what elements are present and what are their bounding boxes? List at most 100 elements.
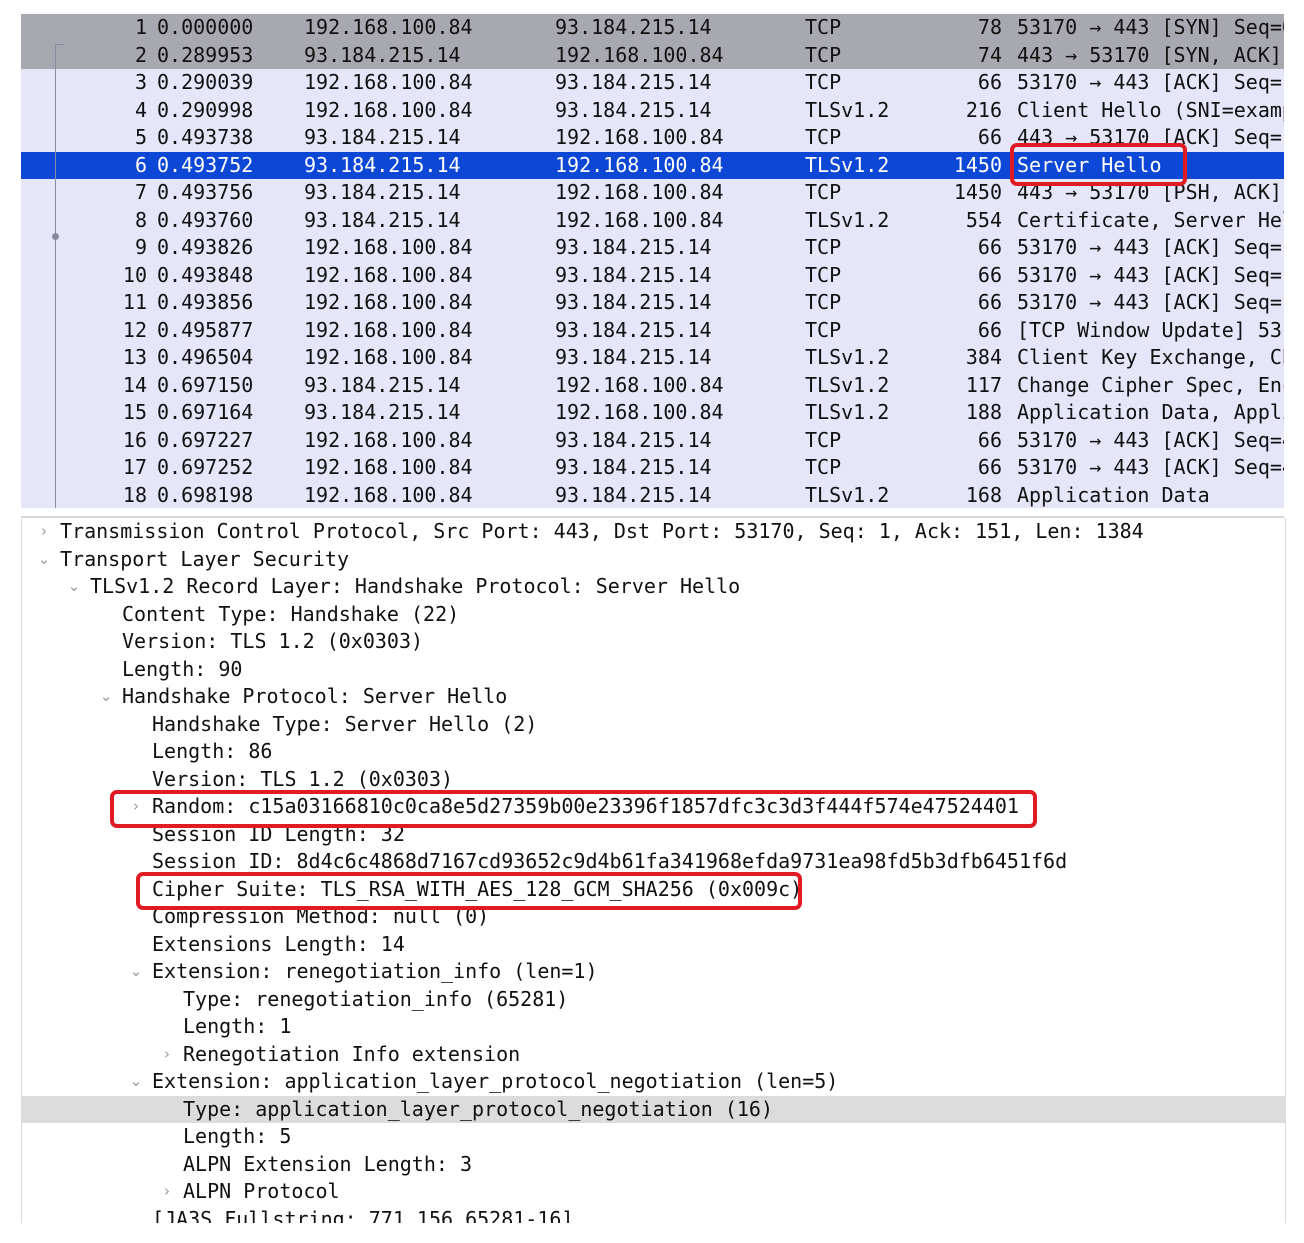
tree-item-label: TLSv1.2 Record Layer: Handshake Protocol… [90,574,741,598]
cell-time: 0.493756 [157,180,254,204]
packet-row-selected[interactable]: 6 0.493752 93.184.215.14 192.168.100.84 TLSv… [21,151,1284,179]
packet-row[interactable]: 15 0.697164 93.184.215.14 192.168.100.84 TLS… [21,399,1284,427]
tree-item[interactable]: Type: renegotiation_info (65281) [22,986,1285,1014]
expand-chevron-icon[interactable]: › [36,518,52,546]
tree-item[interactable]: › Transmission Control Protocol, Src Port… [22,518,1285,546]
tree-item[interactable]: ⌄ Extension: application_layer_protocol_n… [22,1068,1285,1096]
tree-item[interactable]: › ALPN Protocol [22,1178,1285,1206]
packet-details-tree[interactable]: › Transmission Control Protocol, Src Port… [21,518,1286,1223]
tree-item[interactable]: ⌄ TLSv1.2 Record Layer: Handshake Protoco… [22,573,1285,601]
collapse-chevron-icon[interactable]: ⌄ [128,958,144,986]
collapse-chevron-icon[interactable]: ⌄ [36,546,52,574]
packet-row[interactable]: 12 0.495877 192.168.100.84 93.184.215.14 TCP… [21,316,1284,344]
cell-protocol: TLSv1.2 [805,482,890,507]
collapse-chevron-icon[interactable]: ⌄ [128,1068,144,1096]
tree-item-label: Session ID: 8d4c6c4868d7167cd93652c9d4b6… [152,849,1068,873]
cell-time: 0.698198 [157,482,254,507]
tree-item[interactable]: Length: 90 [22,656,1285,684]
packet-row[interactable]: 2 0.289953 93.184.215.14 192.168.100.84 TCP 7… [21,41,1284,69]
cell-destination: 93.184.215.14 [555,262,712,287]
cell-time: 0.697150 [157,372,254,397]
cell-source: 93.184.215.14 [304,372,461,397]
cell-number: 5 [134,125,147,149]
tree-item[interactable]: Version: TLS 1.2 (0x0303) [22,628,1285,656]
cell-destination: 192.168.100.84 [555,42,724,67]
cell-protocol: TCP [805,427,842,452]
cell-destination: 192.168.100.84 [555,125,724,149]
packet-row[interactable]: 4 0.290998 192.168.100.84 93.184.215.14 TLSv… [21,96,1284,124]
tree-item[interactable]: Cipher Suite: TLS_RSA_WITH_AES_128_GCM_S… [22,876,1285,904]
packet-row[interactable]: 10 0.493848 192.168.100.84 93.184.215.14 TCP… [21,261,1284,289]
packet-row[interactable]: 8 0.493760 93.184.215.14 192.168.100.84 TLSv… [21,206,1284,234]
cell-source: 192.168.100.84 [304,15,473,39]
tree-item[interactable]: Content Type: Handshake (22) [22,601,1285,629]
expand-chevron-icon[interactable]: › [159,1041,175,1069]
tree-item-label: Handshake Type: Server Hello (2) [152,711,538,736]
packet-list[interactable]: 18 0.698198 192.168.100.84 93.184.215.14 TLS… [21,14,1284,508]
cell-destination: 93.184.215.14 [555,482,712,507]
conversation-line [55,44,56,508]
cell-source: 93.184.215.14 [304,207,461,232]
packet-row[interactable]: 14 0.697150 93.184.215.14 192.168.100.84 TLS… [21,371,1284,399]
packet-row[interactable]: 18 0.698198 192.168.100.84 93.184.215.14 TLS… [21,481,1284,508]
tree-item-label: Version: TLS 1.2 (0x0303) [122,629,424,653]
tree-item[interactable]: Version: TLS 1.2 (0x0303) [22,766,1285,794]
cell-length: 78 [977,15,1002,39]
cell-length: 384 [965,345,1002,369]
tree-item[interactable]: Length: 86 [22,738,1285,766]
tree-item[interactable]: Session ID: 8d4c6c4868d7167cd93652c9d4b6… [22,848,1285,876]
packet-row[interactable]: 5 0.493738 93.184.215.14 192.168.100.84 TCP 6… [21,124,1284,152]
packet-row[interactable]: 11 0.493856 192.168.100.84 93.184.215.14 TCP… [21,289,1284,317]
cell-number: 13 [122,345,147,369]
tree-item[interactable]: Length: 5 [22,1123,1285,1151]
tree-item[interactable]: Length: 1 [22,1013,1285,1041]
tree-item[interactable]: › Renegotiation Info extension [22,1041,1285,1069]
cell-length: 188 [965,400,1002,424]
tree-item-label: Cipher Suite: TLS_RSA_WITH_AES_128_GCM_S… [152,876,803,901]
packet-row[interactable]: 3 0.290039 192.168.100.84 93.184.215.14 TCP 6… [21,69,1284,97]
cell-number: 12 [122,317,147,342]
cell-number: 17 [122,455,147,479]
cell-time: 0.493826 [157,235,254,259]
cell-length: 66 [977,125,1002,149]
tree-item[interactable]: ⌄ Transport Layer Security [22,546,1285,574]
cell-length: 66 [977,290,1002,314]
tree-item[interactable]: [JA3S Fullstring: 771,156,65281-16] [22,1206,1285,1224]
cell-source: 192.168.100.84 [304,455,473,479]
tree-item[interactable]: ⌄ Handshake Protocol: Server Hello [22,683,1285,711]
cell-number: 1 [134,15,147,39]
tree-item-label: Length: 1 [183,1014,292,1038]
cell-destination: 93.184.215.14 [555,97,712,122]
tree-item[interactable]: Session ID Length: 32 [22,821,1285,849]
tree-item[interactable]: Handshake Type: Server Hello (2) [22,711,1285,739]
tree-item[interactable]: Extensions Length: 14 [22,931,1285,959]
tree-item-label: [JA3S Fullstring: 771,156,65281-16] [152,1206,574,1224]
cell-number: 4 [134,97,147,122]
packet-row[interactable]: 9 0.493826 192.168.100.84 93.184.215.14 TCP 6… [21,234,1284,262]
packet-row[interactable]: 1 0.000000 192.168.100.84 93.184.215.14 TCP 7… [21,14,1284,42]
packet-row[interactable]: 7 0.493756 93.184.215.14 192.168.100.84 TCP 1… [21,179,1284,207]
expand-chevron-icon[interactable]: › [128,793,144,821]
packet-row[interactable]: 17 0.697252 192.168.100.84 93.184.215.14 TCP… [21,454,1284,482]
cell-info: 443 → 53170 [PSH, ACK] S [1017,180,1284,204]
cell-source: 93.184.215.14 [304,152,461,177]
packet-row[interactable]: 16 0.697227 192.168.100.84 93.184.215.14 TCP… [21,426,1284,454]
tree-item[interactable]: Type: application_layer_protocol_negotia… [22,1095,1285,1123]
cell-number: 15 [122,400,147,424]
tree-item[interactable]: › Random: c15a03166810c0ca8e5d27359b00e23… [22,793,1285,821]
tree-item[interactable]: Compression Method: null (0) [22,903,1285,931]
cell-length: 66 [977,427,1002,452]
packet-row[interactable]: 13 0.496504 192.168.100.84 93.184.215.14 TLS… [21,344,1284,372]
cell-info: Application Data, Appli [1017,400,1284,424]
expand-chevron-icon[interactable]: › [159,1178,175,1206]
tree-item[interactable]: ⌄ Extension: renegotiation_info (len=1) [22,958,1285,986]
collapse-chevron-icon[interactable]: ⌄ [66,573,82,601]
tree-item[interactable]: ALPN Extension Length: 3 [22,1151,1285,1179]
collapse-chevron-icon[interactable]: ⌄ [98,683,114,711]
cell-time: 0.493856 [157,290,254,314]
cell-source: 192.168.100.84 [304,262,473,287]
cell-number: 18 [122,482,147,507]
cell-time: 0.493738 [157,125,254,149]
tree-item-label: Renegotiation Info extension [183,1041,521,1066]
tree-item-label: Extensions Length: 14 [152,931,405,956]
